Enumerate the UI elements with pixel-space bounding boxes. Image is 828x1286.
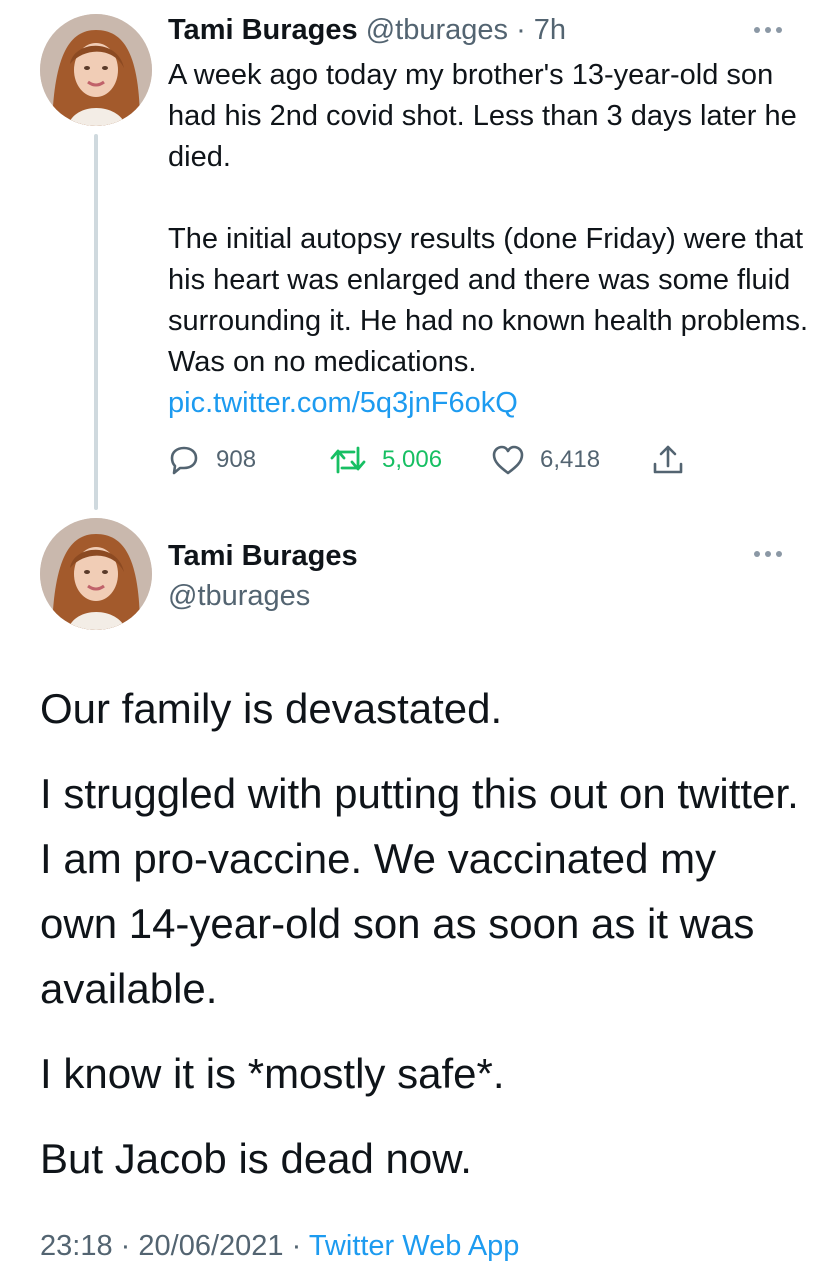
author-handle[interactable]: @tburages xyxy=(168,576,358,616)
author-name[interactable]: Tami Burages xyxy=(168,540,358,572)
tweet-text-para2-body: The initial autopsy results (done Friday… xyxy=(168,223,808,378)
speech-bubble-icon xyxy=(170,446,198,475)
tweet-header: Tami Burages @tburages · 7h xyxy=(168,12,566,48)
retweet-count: 5,006 xyxy=(382,446,443,473)
tweet-time[interactable]: 7h xyxy=(534,14,566,46)
tweet-time[interactable]: 23:18 xyxy=(40,1230,113,1262)
tweet-text: Our family is devastated. I struggled wi… xyxy=(40,676,800,1211)
share-button[interactable] xyxy=(650,440,700,480)
author-handle[interactable]: @tburages xyxy=(366,14,508,46)
reply-button[interactable]: 908 xyxy=(166,440,256,480)
heart-icon xyxy=(492,445,524,475)
tweet-metadata: 23:18 · 20/06/2021 · Twitter Web App xyxy=(40,1226,519,1266)
separator-dot: · xyxy=(120,1230,131,1262)
tweet-paragraph: I struggled with putting this out on twi… xyxy=(40,770,799,1012)
source-app-link[interactable]: Twitter Web App xyxy=(309,1230,520,1262)
avatar-image xyxy=(40,518,152,630)
thread-connector-line xyxy=(94,134,98,510)
like-count: 6,418 xyxy=(540,446,601,473)
tweet-paragraph: I know it is *mostly safe*. xyxy=(40,1050,505,1097)
share-upload-icon xyxy=(653,445,683,474)
more-dots-icon[interactable] xyxy=(752,548,786,560)
avatar-image xyxy=(40,14,152,126)
separator-dot: · xyxy=(516,14,526,46)
tweet-text-para1: A week ago today my brother's 13-year-ol… xyxy=(168,59,797,173)
separator-dot: · xyxy=(291,1230,302,1262)
author-name[interactable]: Tami Burages xyxy=(168,14,358,46)
more-dots-icon[interactable] xyxy=(752,24,786,36)
retweet-button[interactable]: 5,006 xyxy=(328,440,442,480)
avatar[interactable] xyxy=(40,14,152,126)
retweet-arrows-icon xyxy=(330,446,366,474)
tweet-date[interactable]: 20/06/2021 xyxy=(138,1230,283,1262)
tweet-paragraph: Our family is devastated. xyxy=(40,685,503,732)
media-link[interactable]: pic.twitter.com/5q3jnF6okQ xyxy=(168,387,518,419)
reply-count: 908 xyxy=(216,446,257,473)
tweet-text: A week ago today my brother's 13-year-ol… xyxy=(168,55,808,424)
tweet-text-para2: The initial autopsy results (done Friday… xyxy=(168,219,808,424)
avatar[interactable] xyxy=(40,518,152,630)
tweet-paragraph: But Jacob is dead now. xyxy=(40,1135,472,1182)
tweet-header: Tami Burages @tburages xyxy=(168,536,358,616)
like-button[interactable]: 6,418 xyxy=(490,440,600,480)
